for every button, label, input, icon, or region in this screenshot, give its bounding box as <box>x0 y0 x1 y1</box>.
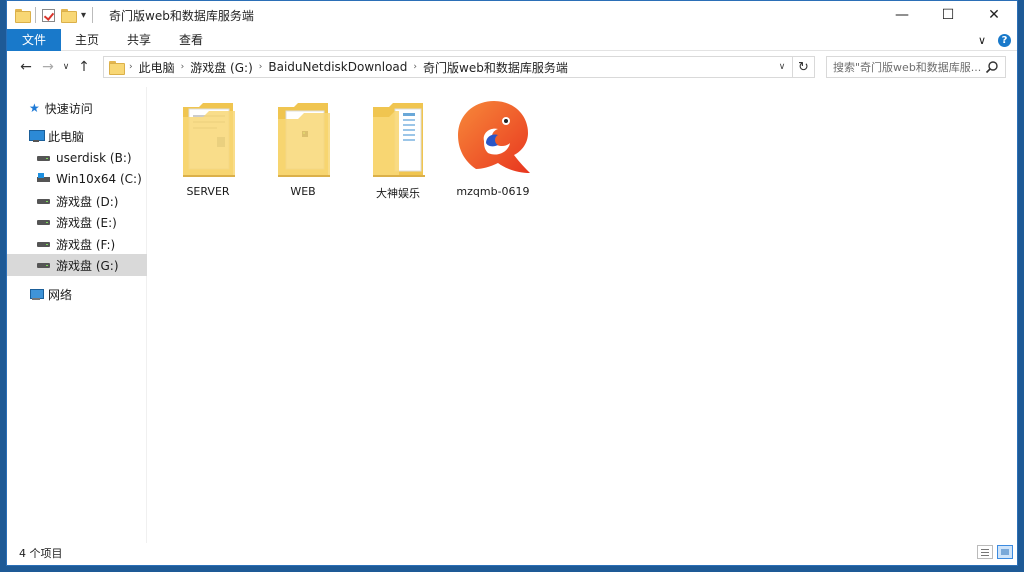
search-input[interactable] <box>833 60 983 74</box>
toolbar-divider <box>92 7 94 23</box>
drive-icon <box>37 195 51 207</box>
tab-file[interactable]: 文件 <box>7 28 62 51</box>
folder-item-server[interactable]: SERVER <box>163 93 253 198</box>
folder-icon[interactable] <box>15 9 31 23</box>
breadcrumb-separator-icon[interactable]: › <box>181 62 185 72</box>
sidebar-item-drive-g[interactable]: 游戏盘 (G:) <box>7 254 147 276</box>
drive-icon <box>37 238 51 250</box>
properties-icon[interactable] <box>42 8 55 22</box>
sidebar-item-network[interactable]: 网络 <box>7 283 147 305</box>
ribbon-tabs: 文件 主页 共享 查看 ∨ ? <box>7 28 1017 51</box>
sidebar-item-label: Win10x64 (C:) <box>56 172 142 186</box>
window-controls: — ☐ ✕ <box>879 1 1017 29</box>
breadcrumb-separator-icon[interactable]: › <box>413 62 417 72</box>
folder-with-file-icon <box>278 103 330 177</box>
search-icon[interactable] <box>985 60 999 74</box>
orange-fish-app-icon <box>458 101 530 173</box>
sidebar-item-label: 游戏盘 (G:) <box>56 258 119 273</box>
sidebar-item-drive-c[interactable]: Win10x64 (C:) <box>7 168 147 190</box>
sidebar-item-drive-d[interactable]: 游戏盘 (D:) <box>7 190 147 212</box>
sidebar-item-label: userdisk (B:) <box>56 151 132 165</box>
navigation-pane: ★ 快速访问 此电脑 userdisk (B:) Win10x64 (C:) 游… <box>7 87 147 543</box>
folder-item-web[interactable]: WEB <box>258 93 348 198</box>
title-bar: ▾ 奇门版web和数据库服务端 — ☐ ✕ <box>7 1 1017 29</box>
item-count: 4 个项目 <box>19 547 63 560</box>
customize-toolbar-dropdown-icon[interactable]: ▾ <box>81 10 86 21</box>
navigation-bar: ← → ∨ ↑ › 此电脑 › 游戏盘 (G:) › BaiduNetdiskD… <box>7 53 1017 81</box>
sidebar-item-drive-b[interactable]: userdisk (B:) <box>7 147 147 169</box>
item-label: mzqmb-0619 <box>456 185 530 198</box>
expand-ribbon-chevron-icon[interactable]: ∨ <box>978 34 986 47</box>
address-bar[interactable]: › 此电脑 › 游戏盘 (G:) › BaiduNetdiskDownload … <box>103 56 815 78</box>
star-icon: ★ <box>29 101 40 115</box>
sidebar-item-label: 游戏盘 (D:) <box>56 194 119 209</box>
view-switcher <box>977 545 1013 559</box>
folder-with-documents-icon <box>183 103 235 177</box>
tab-home[interactable]: 主页 <box>61 29 113 51</box>
sidebar-item-drive-f[interactable]: 游戏盘 (F:) <box>7 233 147 255</box>
explorer-window: ▾ 奇门版web和数据库服务端 — ☐ ✕ 文件 主页 共享 查看 ∨ ? ← … <box>6 0 1018 566</box>
maximize-button[interactable]: ☐ <box>925 1 971 29</box>
sidebar-item-this-pc[interactable]: 此电脑 <box>7 125 147 147</box>
sidebar-item-quick-access[interactable]: ★ 快速访问 <box>7 97 147 119</box>
sidebar-item-label: 快速访问 <box>44 101 93 116</box>
details-view-icon[interactable] <box>977 545 993 559</box>
app-item-mzqmb[interactable]: mzqmb-0619 <box>448 93 538 198</box>
breadcrumb-separator-icon[interactable]: › <box>129 62 133 72</box>
location-folder-icon <box>109 61 125 75</box>
sidebar-item-label: 此电脑 <box>48 129 85 144</box>
breadcrumb-drive-g[interactable]: 游戏盘 (G:) <box>190 59 253 76</box>
breadcrumb-current-folder[interactable]: 奇门版web和数据库服务端 <box>423 59 568 76</box>
folder-with-documents-icon <box>373 103 425 177</box>
back-arrow-icon[interactable]: ← <box>15 59 37 75</box>
help-icon[interactable]: ? <box>998 33 1011 47</box>
breadcrumb-baidu-download[interactable]: BaiduNetdiskDownload <box>268 60 407 74</box>
item-label: SERVER <box>186 185 230 198</box>
up-arrow-icon[interactable]: ↑ <box>73 59 95 75</box>
network-icon <box>29 288 44 300</box>
drive-icon <box>37 259 51 271</box>
folder-item-dashen[interactable]: 大神娱乐 <box>353 93 443 200</box>
windows-drive-icon <box>37 173 51 185</box>
search-box[interactable] <box>826 56 1006 78</box>
breadcrumb-this-pc[interactable]: 此电脑 <box>139 59 175 76</box>
minimize-button[interactable]: — <box>879 1 925 29</box>
quick-access-toolbar: ▾ <box>15 7 99 23</box>
drive-icon <box>37 216 51 228</box>
sidebar-item-label: 游戏盘 (E:) <box>56 215 117 230</box>
tab-share[interactable]: 共享 <box>113 29 165 51</box>
forward-arrow-icon[interactable]: → <box>37 59 59 75</box>
item-label: WEB <box>290 185 316 198</box>
sidebar-item-drive-e[interactable]: 游戏盘 (E:) <box>7 211 147 233</box>
drive-icon <box>37 152 51 164</box>
computer-icon <box>29 130 45 142</box>
breadcrumb-separator-icon[interactable]: › <box>259 62 263 72</box>
status-bar: 4 个项目 <box>7 541 1017 565</box>
item-label: 大神娱乐 <box>376 187 420 200</box>
address-dropdown-chevron-icon[interactable]: ∨ <box>774 57 790 77</box>
ribbon-right-controls: ∨ ? <box>978 29 1011 51</box>
toolbar-divider <box>35 7 36 23</box>
sidebar-item-label: 游戏盘 (F:) <box>56 237 116 252</box>
close-button[interactable]: ✕ <box>971 1 1017 29</box>
new-folder-icon[interactable] <box>61 9 77 23</box>
sidebar-item-label: 网络 <box>48 287 73 302</box>
recent-locations-chevron-icon[interactable]: ∨ <box>59 62 73 72</box>
refresh-icon[interactable]: ↻ <box>792 57 814 77</box>
large-icons-view-icon[interactable] <box>997 545 1013 559</box>
tab-view[interactable]: 查看 <box>165 29 217 51</box>
window-title: 奇门版web和数据库服务端 <box>109 8 254 23</box>
file-list: SERVER WEB 大神娱乐 mzqmb-0619 <box>149 87 1017 543</box>
